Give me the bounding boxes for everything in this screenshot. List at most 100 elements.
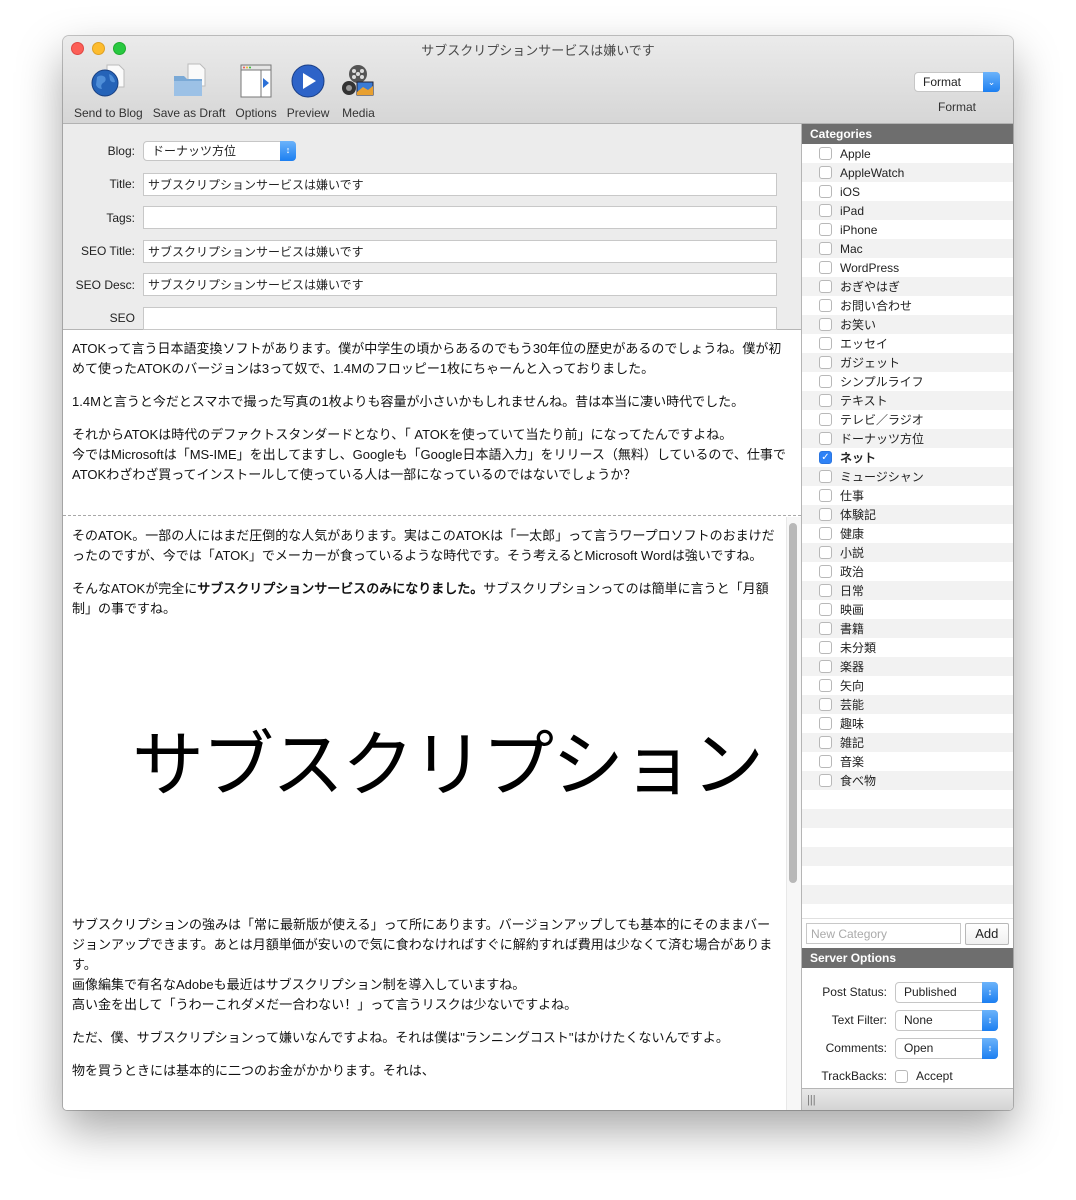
checkbox[interactable] — [819, 755, 832, 768]
paragraph: サブスクリプションの強みは「常に最新版が使える」って所にあります。バージョンアッ… — [72, 917, 773, 1012]
category-label: ドーナッツ方位 — [840, 432, 925, 446]
checkbox[interactable] — [819, 280, 832, 293]
options-button[interactable]: Options — [230, 62, 281, 120]
scrollbar-track[interactable] — [786, 517, 801, 1110]
format-select[interactable]: Format ⌄ — [914, 72, 1000, 92]
checkbox[interactable] — [819, 565, 832, 578]
checkbox[interactable] — [819, 717, 832, 730]
blog-select[interactable]: ドーナッツ方位 ↕ — [143, 140, 296, 161]
checkbox[interactable] — [819, 622, 832, 635]
category-item[interactable]: iOS — [802, 182, 1013, 201]
category-label: 楽器 — [840, 660, 865, 674]
checkbox[interactable] — [819, 698, 832, 711]
checkbox[interactable] — [819, 337, 832, 350]
checkbox[interactable] — [819, 204, 832, 217]
checkbox[interactable] — [819, 413, 832, 426]
text-filter-select[interactable]: None ↕ — [895, 1009, 998, 1031]
checkbox[interactable] — [819, 432, 832, 445]
seo-desc-input[interactable]: サブスクリプションサービスは嫌いです — [143, 273, 777, 297]
category-item[interactable]: 矢向 — [802, 676, 1013, 695]
category-item[interactable]: ✓ ネット — [802, 448, 1013, 467]
preview-button[interactable]: Preview — [282, 62, 335, 120]
checkbox[interactable] — [819, 641, 832, 654]
tags-input[interactable] — [143, 206, 777, 230]
category-item[interactable]: ガジェット — [802, 353, 1013, 372]
seo-input[interactable] — [143, 306, 777, 330]
category-label: 映画 — [840, 603, 865, 617]
category-item[interactable]: テレビ／ラジオ — [802, 410, 1013, 429]
comments-select[interactable]: Open ↕ — [895, 1037, 998, 1059]
category-item[interactable]: 小説 — [802, 543, 1013, 562]
category-item[interactable]: ドーナッツ方位 — [802, 429, 1013, 448]
save-as-draft-button[interactable]: Save as Draft — [148, 62, 231, 120]
category-item[interactable]: 音楽 — [802, 752, 1013, 771]
checkbox[interactable] — [819, 584, 832, 597]
text-filter-row: Text Filter: None ↕ — [802, 1006, 1013, 1034]
category-item[interactable]: 日常 — [802, 581, 1013, 600]
category-item[interactable]: ミュージシャン — [802, 467, 1013, 486]
category-item[interactable]: おぎやはぎ — [802, 277, 1013, 296]
checkbox[interactable] — [819, 489, 832, 502]
checkbox[interactable] — [819, 470, 832, 483]
category-item[interactable]: 健康 — [802, 524, 1013, 543]
checked-checkbox[interactable]: ✓ — [819, 451, 832, 464]
checkbox[interactable] — [819, 508, 832, 521]
chevron-down-icon: ⌄ — [983, 72, 1000, 92]
checkbox[interactable] — [819, 375, 832, 388]
category-item[interactable]: 政治 — [802, 562, 1013, 581]
media-button[interactable]: Media — [334, 62, 382, 120]
checkbox[interactable] — [819, 660, 832, 673]
category-item[interactable]: お問い合わせ — [802, 296, 1013, 315]
category-item[interactable]: iPhone — [802, 220, 1013, 239]
checkbox[interactable] — [819, 166, 832, 179]
category-item[interactable]: 楽器 — [802, 657, 1013, 676]
checkbox[interactable] — [819, 679, 832, 692]
category-item[interactable]: 芸能 — [802, 695, 1013, 714]
category-item[interactable]: 雑記 — [802, 733, 1013, 752]
checkbox[interactable] — [819, 185, 832, 198]
checkbox[interactable] — [819, 736, 832, 749]
add-category-button[interactable]: Add — [964, 922, 1009, 945]
category-item[interactable]: 仕事 — [802, 486, 1013, 505]
checkbox[interactable] — [819, 546, 832, 559]
send-to-blog-button[interactable]: Send to Blog — [69, 62, 148, 120]
post-status-select[interactable]: Published ↕ — [895, 981, 998, 1003]
title-input[interactable]: サブスクリプションサービスは嫌いです — [143, 172, 777, 196]
more-pane[interactable]: そのATOK。一部の人にはまだ圧倒的な人気があります。実はこのATOKは「一太郎… — [63, 517, 801, 1110]
seo-title-input[interactable]: サブスクリプションサービスは嫌いです — [143, 239, 777, 263]
checkbox[interactable] — [819, 356, 832, 369]
category-item[interactable]: Apple — [802, 144, 1013, 163]
category-item[interactable]: テキスト — [802, 391, 1013, 410]
checkbox[interactable] — [819, 147, 832, 160]
checkbox[interactable] — [819, 318, 832, 331]
new-category-input[interactable]: New Category — [806, 923, 961, 944]
category-item[interactable]: WordPress — [802, 258, 1013, 277]
category-item[interactable]: Mac — [802, 239, 1013, 258]
scrollbar-thumb[interactable] — [789, 523, 797, 883]
checkbox[interactable] — [819, 774, 832, 787]
checkbox[interactable] — [819, 223, 832, 236]
category-item[interactable]: 書籍 — [802, 619, 1013, 638]
category-item[interactable]: iPad — [802, 201, 1013, 220]
checkbox[interactable] — [819, 527, 832, 540]
resize-handle-icon[interactable]: ||| — [807, 1094, 816, 1106]
category-item[interactable]: 映画 — [802, 600, 1013, 619]
category-item[interactable]: 趣味 — [802, 714, 1013, 733]
checkbox[interactable] — [819, 299, 832, 312]
checkbox[interactable] — [819, 603, 832, 616]
categories-header: Categories — [802, 124, 1013, 144]
category-item[interactable]: シンプルライフ — [802, 372, 1013, 391]
category-item[interactable]: 食べ物 — [802, 771, 1013, 790]
excerpt-pane[interactable]: ATOKって言う日本語変換ソフトがあります。僕が中学生の頃からあるのでもう30年… — [63, 330, 801, 516]
category-item[interactable]: 未分類 — [802, 638, 1013, 657]
trackbacks-accept-checkbox[interactable]: Accept — [895, 1069, 953, 1083]
category-item[interactable]: AppleWatch — [802, 163, 1013, 182]
checkbox[interactable] — [895, 1069, 908, 1083]
body-editor[interactable]: ATOKって言う日本語変換ソフトがあります。僕が中学生の頃からあるのでもう30年… — [63, 330, 801, 1110]
checkbox[interactable] — [819, 242, 832, 255]
category-item[interactable]: 体験記 — [802, 505, 1013, 524]
checkbox[interactable] — [819, 394, 832, 407]
category-item[interactable]: お笑い — [802, 315, 1013, 334]
category-item[interactable]: エッセイ — [802, 334, 1013, 353]
checkbox[interactable] — [819, 261, 832, 274]
